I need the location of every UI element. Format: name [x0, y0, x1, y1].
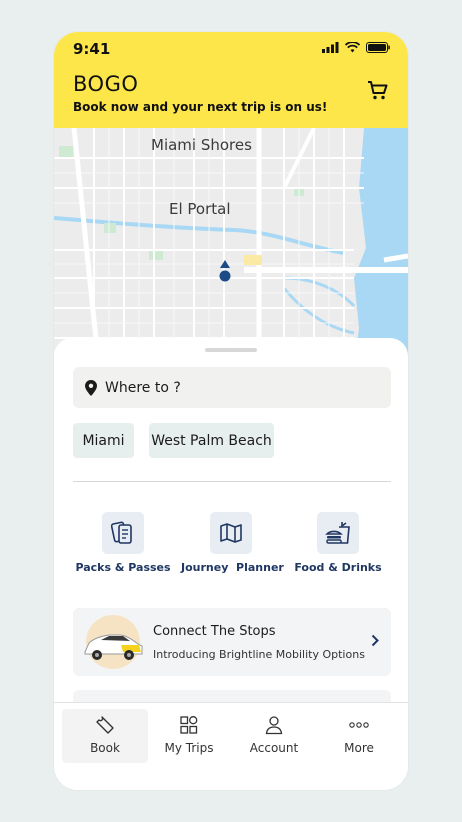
nav-label-account: Account [249, 741, 299, 755]
nav-book[interactable]: Book [62, 709, 148, 763]
map-label-el-portal: El Portal [169, 200, 231, 218]
action-label-food-drinks: Food & Drinks [294, 561, 382, 574]
nav-label-more: More [344, 741, 374, 755]
nav-account[interactable]: Account [231, 709, 317, 763]
location-pin-icon [85, 379, 97, 396]
sheet-drag-handle[interactable] [205, 348, 257, 352]
map-icon [210, 512, 252, 554]
section-divider [73, 481, 391, 482]
action-label-packs-passes: Packs & Passes [75, 561, 171, 574]
promo-title: BOGO [73, 72, 139, 96]
cart-icon[interactable] [366, 78, 390, 102]
bottom-nav: Book My Trips Account More [54, 702, 408, 790]
nav-more[interactable]: More [316, 709, 402, 763]
battery-icon [366, 42, 390, 53]
destination-search[interactable]: Where to ? [73, 367, 391, 408]
status-time: 9:41 [73, 40, 111, 58]
action-journey-planner[interactable]: Journey Planner [181, 512, 284, 574]
map-label-miami-shores: Miami Shores [151, 136, 252, 154]
chip-west-palm-beach[interactable]: West Palm Beach [149, 423, 274, 458]
map-view[interactable]: Miami Shores El Portal [54, 128, 408, 368]
ticket-icon [62, 715, 148, 735]
action-label-journey-planner: Journey Planner [181, 561, 284, 574]
promo-subtitle: Book now and your next trip is on us! [73, 100, 328, 114]
map-canvas [54, 128, 408, 368]
nav-label-book: Book [90, 741, 120, 755]
booking-sheet: Where to ? Miami West Palm Beach Packs &… [54, 338, 408, 720]
grid-icon [146, 715, 232, 735]
more-icon [316, 715, 402, 735]
card-title: Connect The Stops [153, 624, 276, 639]
nav-my-trips[interactable]: My Trips [146, 709, 232, 763]
car-image [84, 615, 143, 669]
nav-label-my-trips: My Trips [164, 741, 214, 755]
signal-icon [322, 42, 339, 53]
wifi-icon [345, 42, 360, 53]
person-icon [231, 715, 317, 735]
connect-stops-card[interactable]: Connect The Stops Introducing Brightline… [73, 608, 391, 676]
passes-icon [102, 512, 144, 554]
action-food-drinks[interactable]: Food & Drinks [288, 512, 388, 574]
chip-miami[interactable]: Miami [73, 423, 134, 458]
app-header: 9:41 BOGO Book now and your next trip is… [54, 32, 408, 128]
food-drink-icon [317, 512, 359, 554]
status-icons [322, 42, 390, 53]
search-placeholder: Where to ? [105, 379, 181, 396]
chevron-right-icon [371, 634, 379, 647]
card-subtitle: Introducing Brightline Mobility Options [153, 648, 365, 661]
action-packs-passes[interactable]: Packs & Passes [73, 512, 173, 574]
phone-frame: 9:41 BOGO Book now and your next trip is… [54, 32, 408, 790]
